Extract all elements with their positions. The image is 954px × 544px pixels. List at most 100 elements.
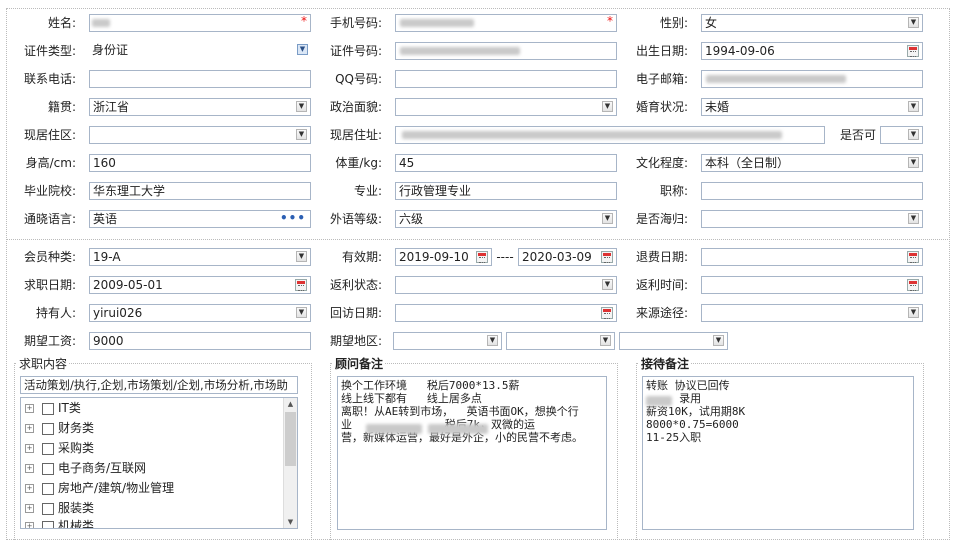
- chevron-down-icon[interactable]: ▼: [908, 307, 919, 318]
- area-city-select[interactable]: ▼: [506, 332, 615, 350]
- chevron-down-icon[interactable]: ▼: [296, 251, 307, 262]
- address-input[interactable]: [395, 126, 825, 144]
- checkbox[interactable]: [42, 502, 54, 515]
- checkbox[interactable]: [42, 422, 54, 435]
- gender-label: 性别:: [659, 16, 688, 30]
- valid-to-input[interactable]: 2020-03-09: [518, 248, 617, 266]
- qq-input[interactable]: [395, 70, 617, 88]
- rebate-time-input[interactable]: [701, 276, 923, 294]
- job-title-input[interactable]: [701, 182, 923, 200]
- tree-item-finance[interactable]: + 财务类: [25, 419, 94, 437]
- politics-select[interactable]: ▼: [395, 98, 617, 116]
- major-label: 专业:: [353, 184, 382, 198]
- chevron-down-icon[interactable]: ▼: [297, 44, 308, 55]
- chevron-down-icon[interactable]: ▼: [296, 101, 307, 112]
- advisor-notes-textarea[interactable]: 换个工作环境 税后7000*13.5薪 线上线下都有 线上居多点 离职！从AE转…: [337, 376, 607, 530]
- checkbox[interactable]: [42, 482, 54, 495]
- checkbox[interactable]: [42, 462, 54, 475]
- calendar-icon[interactable]: [907, 251, 919, 263]
- chevron-down-icon[interactable]: ▼: [600, 335, 611, 346]
- chevron-down-icon[interactable]: ▼: [908, 101, 919, 112]
- reception-notes-textarea[interactable]: 转账 协议已回传 录用 薪资10K，试用期8K 8000*0.75=6000 1…: [642, 376, 914, 530]
- email-input[interactable]: [701, 70, 923, 88]
- checkbox[interactable]: [42, 520, 54, 528]
- weight-input[interactable]: 45: [395, 154, 617, 172]
- calendar-icon[interactable]: [601, 251, 613, 263]
- area-province-select[interactable]: ▼: [393, 332, 502, 350]
- chevron-down-icon[interactable]: ▼: [296, 307, 307, 318]
- rebate-status-select[interactable]: ▼: [395, 276, 617, 294]
- apply-date-input[interactable]: 2009-05-01: [89, 276, 311, 294]
- chevron-down-icon[interactable]: ▼: [908, 157, 919, 168]
- chevron-down-icon[interactable]: ▼: [602, 101, 613, 112]
- tree-item-real-estate[interactable]: + 房地产/建筑/物业管理: [25, 479, 174, 497]
- overseas-select[interactable]: ▼: [701, 210, 923, 228]
- tree-item-purchasing[interactable]: + 采购类: [25, 439, 94, 457]
- languages-input[interactable]: 英语 •••: [89, 210, 311, 228]
- chevron-down-icon[interactable]: ▼: [296, 129, 307, 140]
- tree-item-it[interactable]: + IT类: [25, 399, 81, 417]
- name-input[interactable]: *: [89, 14, 311, 32]
- job-category-tree[interactable]: + IT类 + 财务类 + 采购类 + 电子商务/互联网 + 房地产/建筑/物业管理 + 服…: [20, 397, 298, 529]
- chevron-down-icon[interactable]: ▼: [908, 17, 919, 28]
- birth-date-input[interactable]: 1994-09-06: [701, 42, 923, 60]
- expand-icon[interactable]: +: [25, 444, 34, 453]
- chevron-down-icon[interactable]: ▼: [908, 213, 919, 224]
- phone-input[interactable]: *: [395, 14, 617, 32]
- expand-icon[interactable]: +: [25, 424, 34, 433]
- education-select[interactable]: 本科（全日制） ▼: [701, 154, 923, 172]
- origin-value: 浙江省: [93, 100, 130, 114]
- chevron-down-icon[interactable]: ▼: [602, 279, 613, 290]
- expand-icon[interactable]: +: [25, 404, 34, 413]
- calendar-icon[interactable]: [476, 251, 488, 263]
- tree-item-apparel[interactable]: + 服装类: [25, 499, 94, 517]
- section-divider: [6, 239, 948, 240]
- gender-select[interactable]: 女 ▼: [701, 14, 923, 32]
- redacted-text: [646, 396, 672, 406]
- weight-label: 体重/kg:: [335, 156, 382, 170]
- id-number-input[interactable]: [395, 42, 617, 60]
- calendar-icon[interactable]: [295, 279, 307, 291]
- checkbox[interactable]: [42, 402, 54, 415]
- height-input[interactable]: 160: [89, 154, 311, 172]
- language-level-select[interactable]: 六级 ▼: [395, 210, 617, 228]
- chevron-down-icon[interactable]: ▼: [908, 129, 919, 140]
- tree-item-machinery[interactable]: + 机械类: [25, 517, 94, 528]
- gender-value: 女: [705, 16, 718, 30]
- expand-icon[interactable]: +: [25, 504, 34, 513]
- expand-icon[interactable]: +: [25, 464, 34, 473]
- checkbox[interactable]: [42, 442, 54, 455]
- school-input[interactable]: 华东理工大学: [89, 182, 311, 200]
- chevron-down-icon[interactable]: ▼: [602, 213, 613, 224]
- member-type-select[interactable]: 19-A ▼: [89, 248, 311, 266]
- scroll-up-icon[interactable]: ▲: [284, 398, 297, 410]
- ellipsis-icon[interactable]: •••: [280, 211, 306, 226]
- origin-select[interactable]: 浙江省 ▼: [89, 98, 311, 116]
- calendar-icon[interactable]: [601, 307, 613, 319]
- source-select[interactable]: ▼: [701, 304, 923, 322]
- tree-item-ecommerce[interactable]: + 电子商务/互联网: [25, 459, 146, 477]
- id-type-select[interactable]: 身份证 ▼: [89, 42, 311, 60]
- calendar-icon[interactable]: [907, 45, 919, 57]
- available-select[interactable]: ▼: [880, 126, 923, 144]
- politics-label: 政治面貌:: [329, 100, 382, 114]
- major-input[interactable]: 行政管理专业: [395, 182, 617, 200]
- expand-icon[interactable]: +: [25, 484, 34, 493]
- scrollbar-thumb[interactable]: [285, 412, 296, 466]
- expand-icon[interactable]: +: [25, 522, 34, 528]
- tree-scrollbar[interactable]: ▲ ▼: [283, 398, 297, 528]
- chevron-down-icon[interactable]: ▼: [713, 335, 724, 346]
- marital-select[interactable]: 未婚 ▼: [701, 98, 923, 116]
- chevron-down-icon[interactable]: ▼: [487, 335, 498, 346]
- valid-from-input[interactable]: 2019-09-10: [395, 248, 492, 266]
- visit-date-input[interactable]: [395, 304, 617, 322]
- expected-salary-input[interactable]: 9000: [89, 332, 311, 350]
- area-district-select[interactable]: ▼: [619, 332, 728, 350]
- region-select[interactable]: ▼: [89, 126, 311, 144]
- job-intent-summary[interactable]: 活动策划/执行,企划,市场策划/企划,市场分析,市场助: [20, 376, 298, 394]
- contact-phone-input[interactable]: [89, 70, 311, 88]
- scroll-down-icon[interactable]: ▼: [284, 516, 297, 528]
- calendar-icon[interactable]: [907, 279, 919, 291]
- refund-date-input[interactable]: [701, 248, 923, 266]
- holder-select[interactable]: yirui026 ▼: [89, 304, 311, 322]
